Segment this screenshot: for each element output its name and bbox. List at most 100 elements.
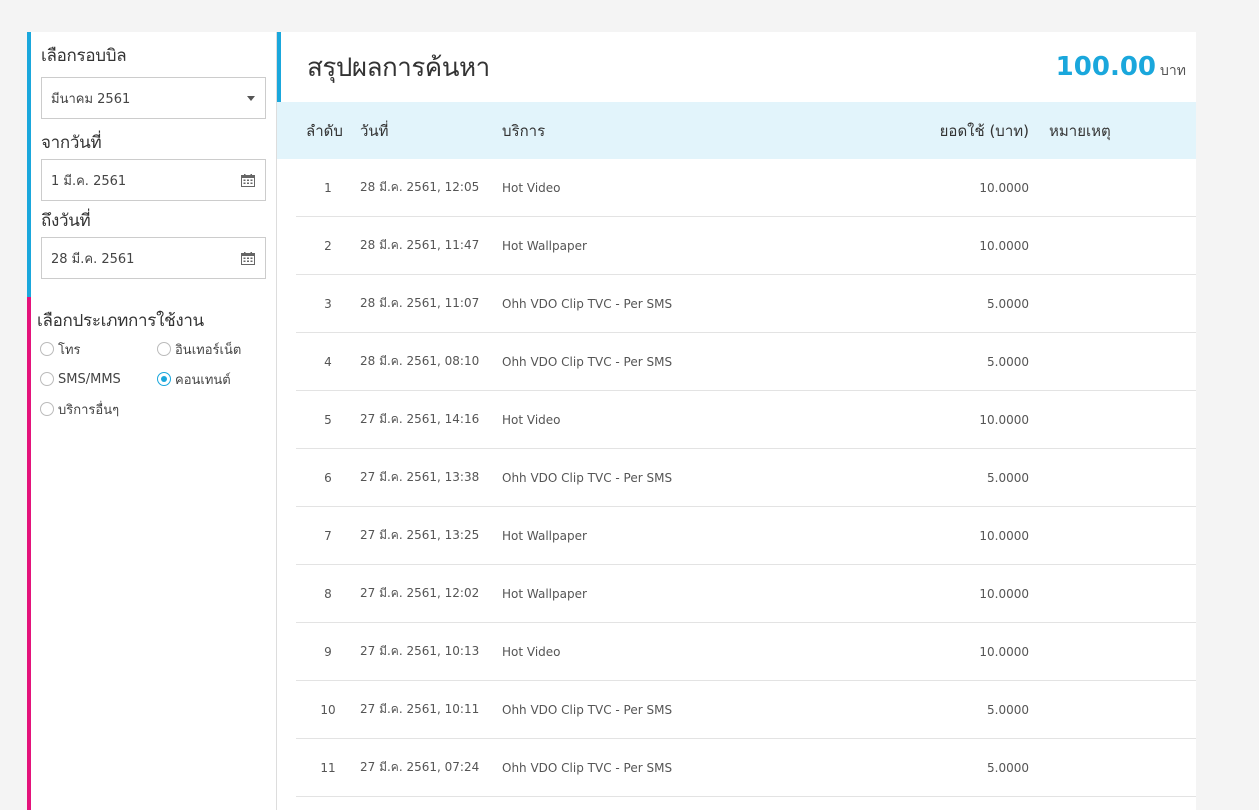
radio-button[interactable] [40,402,54,416]
usage-type-internet[interactable]: อินเทอร์เน็ต [157,340,267,358]
column-header-no: ลำดับ [306,121,343,140]
cell-date: 27 มี.ค. 2561, 12:02 [360,586,480,600]
bill-cycle-select[interactable]: มีนาคม 2561 [41,77,266,119]
cell-date: 27 มี.ค. 2561, 10:13 [360,644,480,658]
cell-no: 11 [320,760,336,775]
calendar-icon[interactable] [241,251,255,265]
cell-amount: 5.0000 [987,470,1029,485]
radio-button-checked[interactable] [157,372,171,386]
cell-no: 3 [324,296,332,311]
column-header-service: บริการ [502,121,546,140]
cell-service: Ohh VDO Clip TVC - Per SMS [502,760,673,775]
chevron-down-icon [247,95,255,101]
cell-service: Hot Video [502,180,561,195]
table-row: 11 27 มี.ค. 2561, 07:24 Ohh VDO Clip TVC… [296,739,1196,797]
cell-no: 5 [324,412,332,427]
results-header: สรุปผลการค้นหา 100.00 บาท [277,32,1196,102]
cell-amount: 10.0000 [979,586,1029,601]
radio-button[interactable] [157,342,171,356]
usage-type-radio-group: โทร อินเทอร์เน็ต SMS/MMS คอนเทนต์ บริการ… [37,340,270,418]
cell-service: Ohh VDO Clip TVC - Per SMS [502,470,673,485]
table-row: 6 27 มี.ค. 2561, 13:38 Ohh VDO Clip TVC … [296,449,1196,507]
cell-service: Ohh VDO Clip TVC - Per SMS [502,354,673,369]
filter-sidebar: เลือกรอบบิล มีนาคม 2561 จากวันที่ 1 มี.ค… [27,32,277,810]
table-row: 7 27 มี.ค. 2561, 13:25 Hot Wallpaper 10.… [296,507,1196,565]
cell-service: Hot Wallpaper [502,528,587,543]
table-body: 1 28 มี.ค. 2561, 12:05 Hot Video 10.0000… [296,159,1196,797]
table-header: ลำดับ วันที่ บริการ ยอดใช้ (บาท) หมายเหต… [277,102,1196,159]
radio-button[interactable] [40,342,54,356]
results-panel: สรุปผลการค้นหา 100.00 บาท ลำดับ วันที่ บ… [277,32,1196,810]
cell-no: 4 [324,354,332,369]
usage-type-label-text: โทร [58,342,81,358]
cell-no: 9 [324,644,332,659]
cell-amount: 5.0000 [987,354,1029,369]
cell-date: 27 มี.ค. 2561, 13:38 [360,470,480,484]
cell-date: 28 มี.ค. 2561, 12:05 [360,180,480,194]
from-date-value: 1 มี.ค. 2561 [51,173,127,189]
cell-amount: 5.0000 [987,296,1029,311]
table-row: 3 28 มี.ค. 2561, 11:07 Ohh VDO Clip TVC … [296,275,1196,333]
usage-type-label-text: บริการอื่นๆ [58,402,120,418]
usage-type-label-text: SMS/MMS [58,371,121,387]
cell-no: 2 [324,238,332,253]
usage-type-label: เลือกประเภทการใช้งาน [37,311,204,331]
from-date-input[interactable]: 1 มี.ค. 2561 [41,159,266,201]
cell-service: Hot Video [502,412,561,427]
cell-service: Hot Wallpaper [502,238,587,253]
usage-type-section: เลือกประเภทการใช้งาน โทร อินเทอร์เน็ต SM… [27,297,276,810]
bill-cycle-value: มีนาคม 2561 [51,91,131,107]
cell-no: 7 [324,528,332,543]
total-amount-display: 100.00 บาท [1056,52,1186,82]
table-row: 10 27 มี.ค. 2561, 10:11 Ohh VDO Clip TVC… [296,681,1196,739]
date-filter-section: เลือกรอบบิล มีนาคม 2561 จากวันที่ 1 มี.ค… [27,32,276,297]
to-date-input[interactable]: 28 มี.ค. 2561 [41,237,266,279]
table-row: 5 27 มี.ค. 2561, 14:16 Hot Video 10.0000 [296,391,1196,449]
cell-amount: 10.0000 [979,528,1029,543]
cell-date: 27 มี.ค. 2561, 10:11 [360,702,480,716]
cell-date: 27 มี.ค. 2561, 13:25 [360,528,480,542]
cell-amount: 10.0000 [979,412,1029,427]
cell-no: 6 [324,470,332,485]
cell-date: 28 มี.ค. 2561, 11:47 [360,238,480,252]
cell-amount: 10.0000 [979,180,1029,195]
usage-type-sms-mms[interactable]: SMS/MMS [40,370,157,388]
column-header-note: หมายเหตุ [1049,121,1111,140]
cell-service: Hot Wallpaper [502,586,587,601]
column-header-amount: ยอดใช้ (บาท) [939,121,1029,140]
from-date-label: จากวันที่ [41,133,102,153]
cell-date: 27 มี.ค. 2561, 14:16 [360,412,480,426]
radio-button[interactable] [40,372,54,386]
calendar-icon[interactable] [241,173,255,187]
cell-service: Ohh VDO Clip TVC - Per SMS [502,296,673,311]
table-row: 4 28 มี.ค. 2561, 08:10 Ohh VDO Clip TVC … [296,333,1196,391]
table-row: 1 28 มี.ค. 2561, 12:05 Hot Video 10.0000 [296,159,1196,217]
table-row: 9 27 มี.ค. 2561, 10:13 Hot Video 10.0000 [296,623,1196,681]
cell-date: 28 มี.ค. 2561, 08:10 [360,354,480,368]
total-amount: 100.00 [1055,52,1157,82]
cell-service: Ohh VDO Clip TVC - Per SMS [502,702,673,717]
cell-no: 8 [324,586,332,601]
cell-amount: 5.0000 [987,760,1029,775]
cell-service: Hot Video [502,644,561,659]
cell-amount: 10.0000 [979,238,1029,253]
to-date-value: 28 มี.ค. 2561 [51,251,135,267]
usage-type-label-text: คอนเทนต์ [175,372,231,388]
cell-amount: 5.0000 [987,702,1029,717]
usage-type-other[interactable]: บริการอื่นๆ [40,400,157,418]
table-row: 8 27 มี.ค. 2561, 12:02 Hot Wallpaper 10.… [296,565,1196,623]
usage-type-call[interactable]: โทร [40,340,157,358]
table-row: 2 28 มี.ค. 2561, 11:47 Hot Wallpaper 10.… [296,217,1196,275]
total-unit: บาท [1160,63,1186,79]
cell-date: 27 มี.ค. 2561, 07:24 [360,760,480,774]
usage-type-label-text: อินเทอร์เน็ต [175,342,242,358]
cell-no: 1 [324,180,332,195]
to-date-label: ถึงวันที่ [41,211,91,231]
cell-date: 28 มี.ค. 2561, 11:07 [360,296,480,310]
cell-amount: 10.0000 [979,644,1029,659]
cell-no: 10 [320,702,336,717]
bill-cycle-label: เลือกรอบบิล [41,46,127,66]
column-header-date: วันที่ [360,121,389,140]
usage-type-content[interactable]: คอนเทนต์ [157,370,267,388]
page-title: สรุปผลการค้นหา [307,52,490,83]
